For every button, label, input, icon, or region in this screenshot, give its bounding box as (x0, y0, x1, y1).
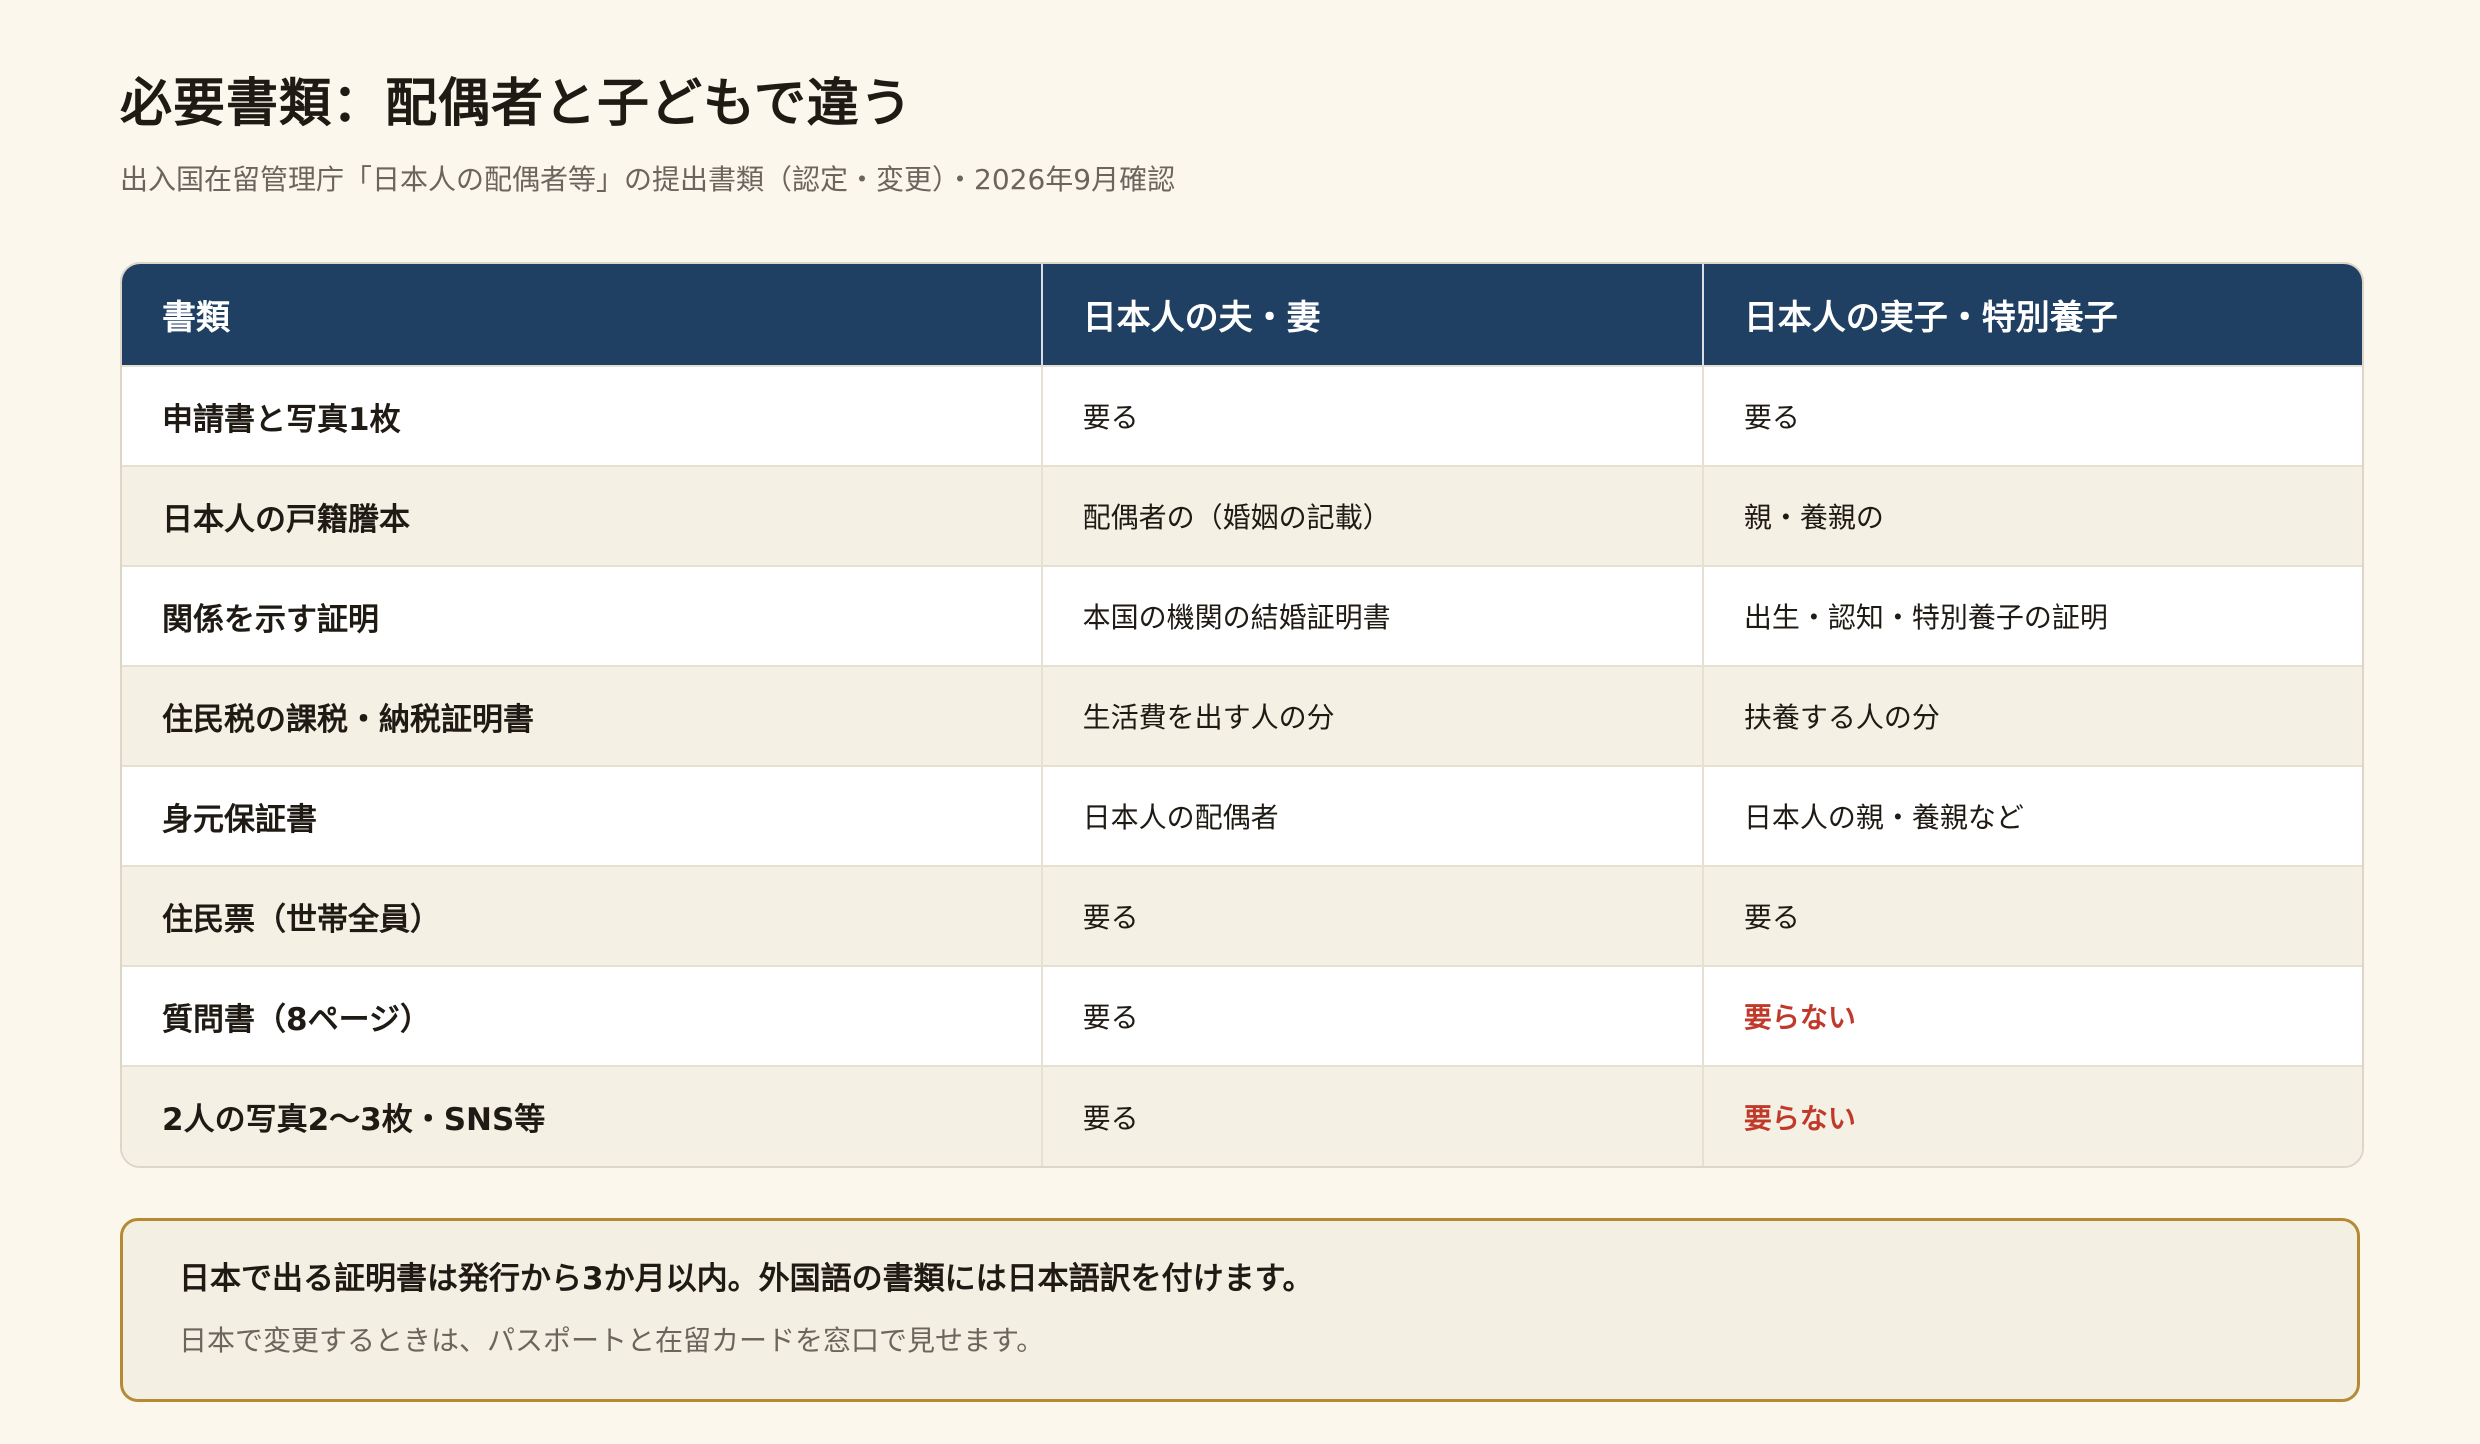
cell-document: 住民票（世帯全員） (122, 865, 1042, 966)
documents-table-container: 書類 日本人の夫・妻 日本人の実子・特別養子 申請書と写真1枚 要る 要る 日本… (120, 262, 2364, 1168)
note-box: 日本で出る証明書は発行から3か月以内。外国語の書類には日本語訳を付けます。 日本… (120, 1218, 2360, 1402)
cell-document: 日本人の戸籍謄本 (122, 465, 1042, 566)
table-row: 申請書と写真1枚 要る 要る (122, 365, 2362, 466)
column-header-spouse: 日本人の夫・妻 (1040, 264, 1703, 366)
cell-spouse: 配偶者の（婚姻の記載） (1040, 465, 1703, 566)
cell-document: 質問書（8ページ） (122, 965, 1042, 1066)
cell-spouse: 要る (1040, 965, 1703, 1066)
table-row: 身元保証書 日本人の配偶者 日本人の親・養親など (122, 765, 2362, 866)
cell-child: 要る (1701, 365, 2362, 466)
cell-document: 住民税の課税・納税証明書 (122, 665, 1042, 766)
cell-document: 申請書と写真1枚 (122, 365, 1042, 466)
cell-spouse: 日本人の配偶者 (1040, 765, 1703, 866)
table-row: 住民票（世帯全員） 要る 要る (122, 865, 2362, 966)
page-title: 必要書類：配偶者と子どもで違う (120, 74, 913, 134)
column-header-child: 日本人の実子・特別養子 (1701, 264, 2362, 366)
page-subtitle: 出入国在留管理庁「日本人の配偶者等」の提出書類（認定・変更）・2026年9月確認 (120, 163, 1176, 196)
table-row: 2人の写真2〜3枚・SNS等 要る 要らない (122, 1065, 2362, 1166)
cell-document: 2人の写真2〜3枚・SNS等 (122, 1065, 1042, 1166)
table-row: 質問書（8ページ） 要る 要らない (122, 965, 2362, 1066)
page: 必要書類：配偶者と子どもで違う 出入国在留管理庁「日本人の配偶者等」の提出書類（… (120, 66, 2364, 1402)
cell-spouse: 生活費を出す人の分 (1040, 665, 1703, 766)
cell-child: 日本人の親・養親など (1701, 765, 2362, 866)
column-header-document: 書類 (122, 264, 1042, 366)
table-header-row: 書類 日本人の夫・妻 日本人の実子・特別養子 (122, 264, 2362, 366)
cell-child: 扶養する人の分 (1701, 665, 2362, 766)
table-row: 関係を示す証明 本国の機関の結婚証明書 出生・認知・特別養子の証明 (122, 565, 2362, 666)
cell-spouse: 本国の機関の結婚証明書 (1040, 565, 1703, 666)
cell-child-not-required: 要らない (1701, 1065, 2362, 1166)
cell-document: 関係を示す証明 (122, 565, 1042, 666)
cell-spouse: 要る (1040, 865, 1703, 966)
cell-child: 要る (1701, 865, 2362, 966)
table-row: 日本人の戸籍謄本 配偶者の（婚姻の記載） 親・養親の (122, 465, 2362, 566)
note-sub-text: 日本で変更するときは、パスポートと在留カードを窓口で見せます。 (179, 1324, 1045, 1357)
note-main-text: 日本で出る証明書は発行から3か月以内。外国語の書類には日本語訳を付けます。 (179, 1261, 1314, 1297)
cell-child-not-required: 要らない (1701, 965, 2362, 1066)
table-row: 住民税の課税・納税証明書 生活費を出す人の分 扶養する人の分 (122, 665, 2362, 766)
cell-spouse: 要る (1040, 1065, 1703, 1166)
cell-child: 出生・認知・特別養子の証明 (1701, 565, 2362, 666)
cell-spouse: 要る (1040, 365, 1703, 466)
documents-table: 書類 日本人の夫・妻 日本人の実子・特別養子 申請書と写真1枚 要る 要る 日本… (122, 264, 2362, 1166)
cell-child: 親・養親の (1701, 465, 2362, 566)
cell-document: 身元保証書 (122, 765, 1042, 866)
